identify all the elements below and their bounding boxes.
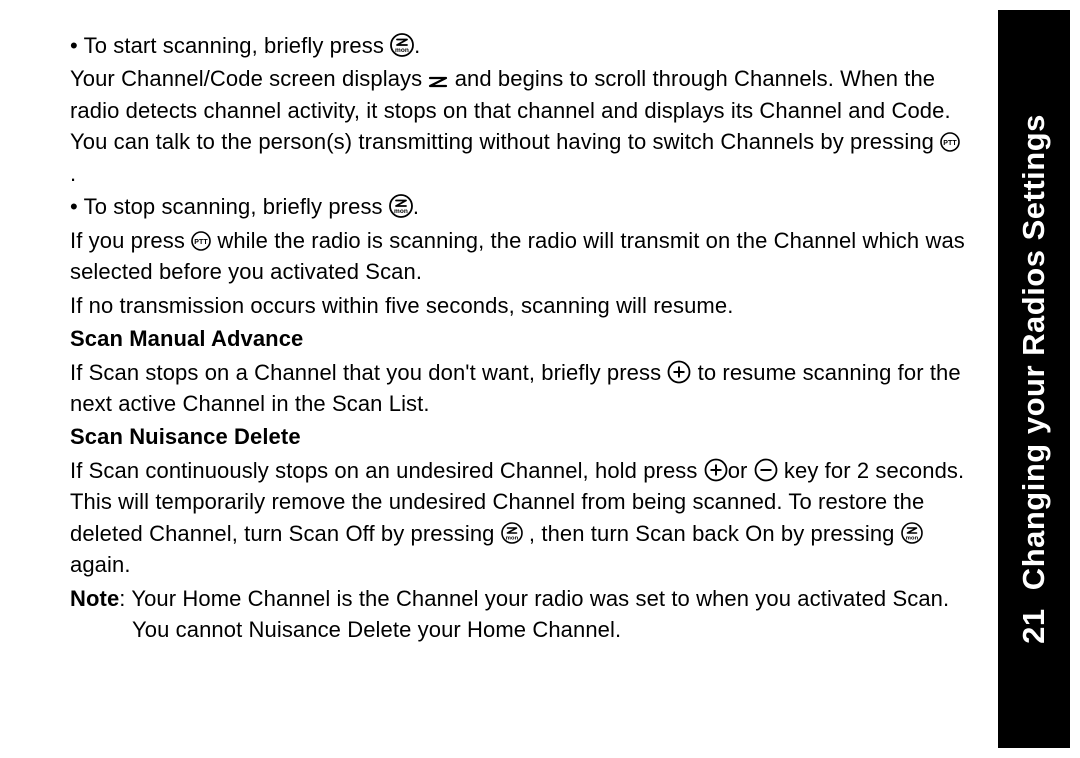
paragraph-start-scan: • To start scanning, briefly press . [70, 30, 965, 61]
paragraph-manual-advance: If Scan stops on a Channel that you don'… [70, 357, 965, 420]
heading-scan-manual-advance: Scan Manual Advance [70, 323, 965, 354]
text: . [414, 33, 420, 58]
scan-glyph-icon [428, 75, 448, 89]
paragraph-ptt-during-scan: If you press while the radio is scanning… [70, 225, 965, 288]
note-label: Note [70, 586, 119, 611]
text: or [728, 458, 754, 483]
paragraph-resume: If no transmission occurs within five se… [70, 290, 965, 321]
text: If Scan stops on a Channel that you don'… [70, 360, 667, 385]
text: • To start scanning, briefly press [70, 33, 384, 58]
text: . [413, 194, 419, 219]
zmon-button-icon [901, 522, 923, 544]
paragraph-nuisance-delete: If Scan continuously stops on an undesir… [70, 455, 965, 581]
text: again. [70, 552, 131, 577]
paragraph-channel-code: Your Channel/Code screen displays and be… [70, 63, 965, 189]
zmon-button-icon [390, 33, 414, 57]
ptt-button-icon [940, 132, 960, 152]
plus-button-icon [667, 360, 691, 384]
text: If you press [70, 228, 191, 253]
text: • To stop scanning, briefly press [70, 194, 383, 219]
section-title: Changing your Radios Settings [1016, 114, 1051, 590]
heading-scan-nuisance-delete: Scan Nuisance Delete [70, 421, 965, 452]
paragraph-stop-scan: • To stop scanning, briefly press . [70, 191, 965, 222]
minus-button-icon [754, 458, 778, 482]
text: Your Channel/Code screen displays [70, 66, 428, 91]
paragraph-note: Note: Your Home Channel is the Channel y… [70, 583, 965, 646]
manual-page: • To start scanning, briefly press . You… [0, 0, 1080, 758]
page-number: 21 [1016, 608, 1051, 643]
zmon-button-icon [389, 194, 413, 218]
sidebar-label: 21 Changing your Radios Settings [1016, 114, 1052, 644]
plus-button-icon [704, 458, 728, 482]
text: . [70, 161, 76, 186]
text: , then turn Scan back On by pressing [523, 521, 901, 546]
zmon-button-icon [501, 522, 523, 544]
ptt-button-icon [191, 231, 211, 251]
text: If Scan continuously stops on an undesir… [70, 458, 704, 483]
page-body: • To start scanning, briefly press . You… [70, 30, 965, 648]
note-text: : Your Home Channel is the Channel your … [119, 586, 949, 642]
sidebar-tab: 21 Changing your Radios Settings [998, 10, 1070, 748]
